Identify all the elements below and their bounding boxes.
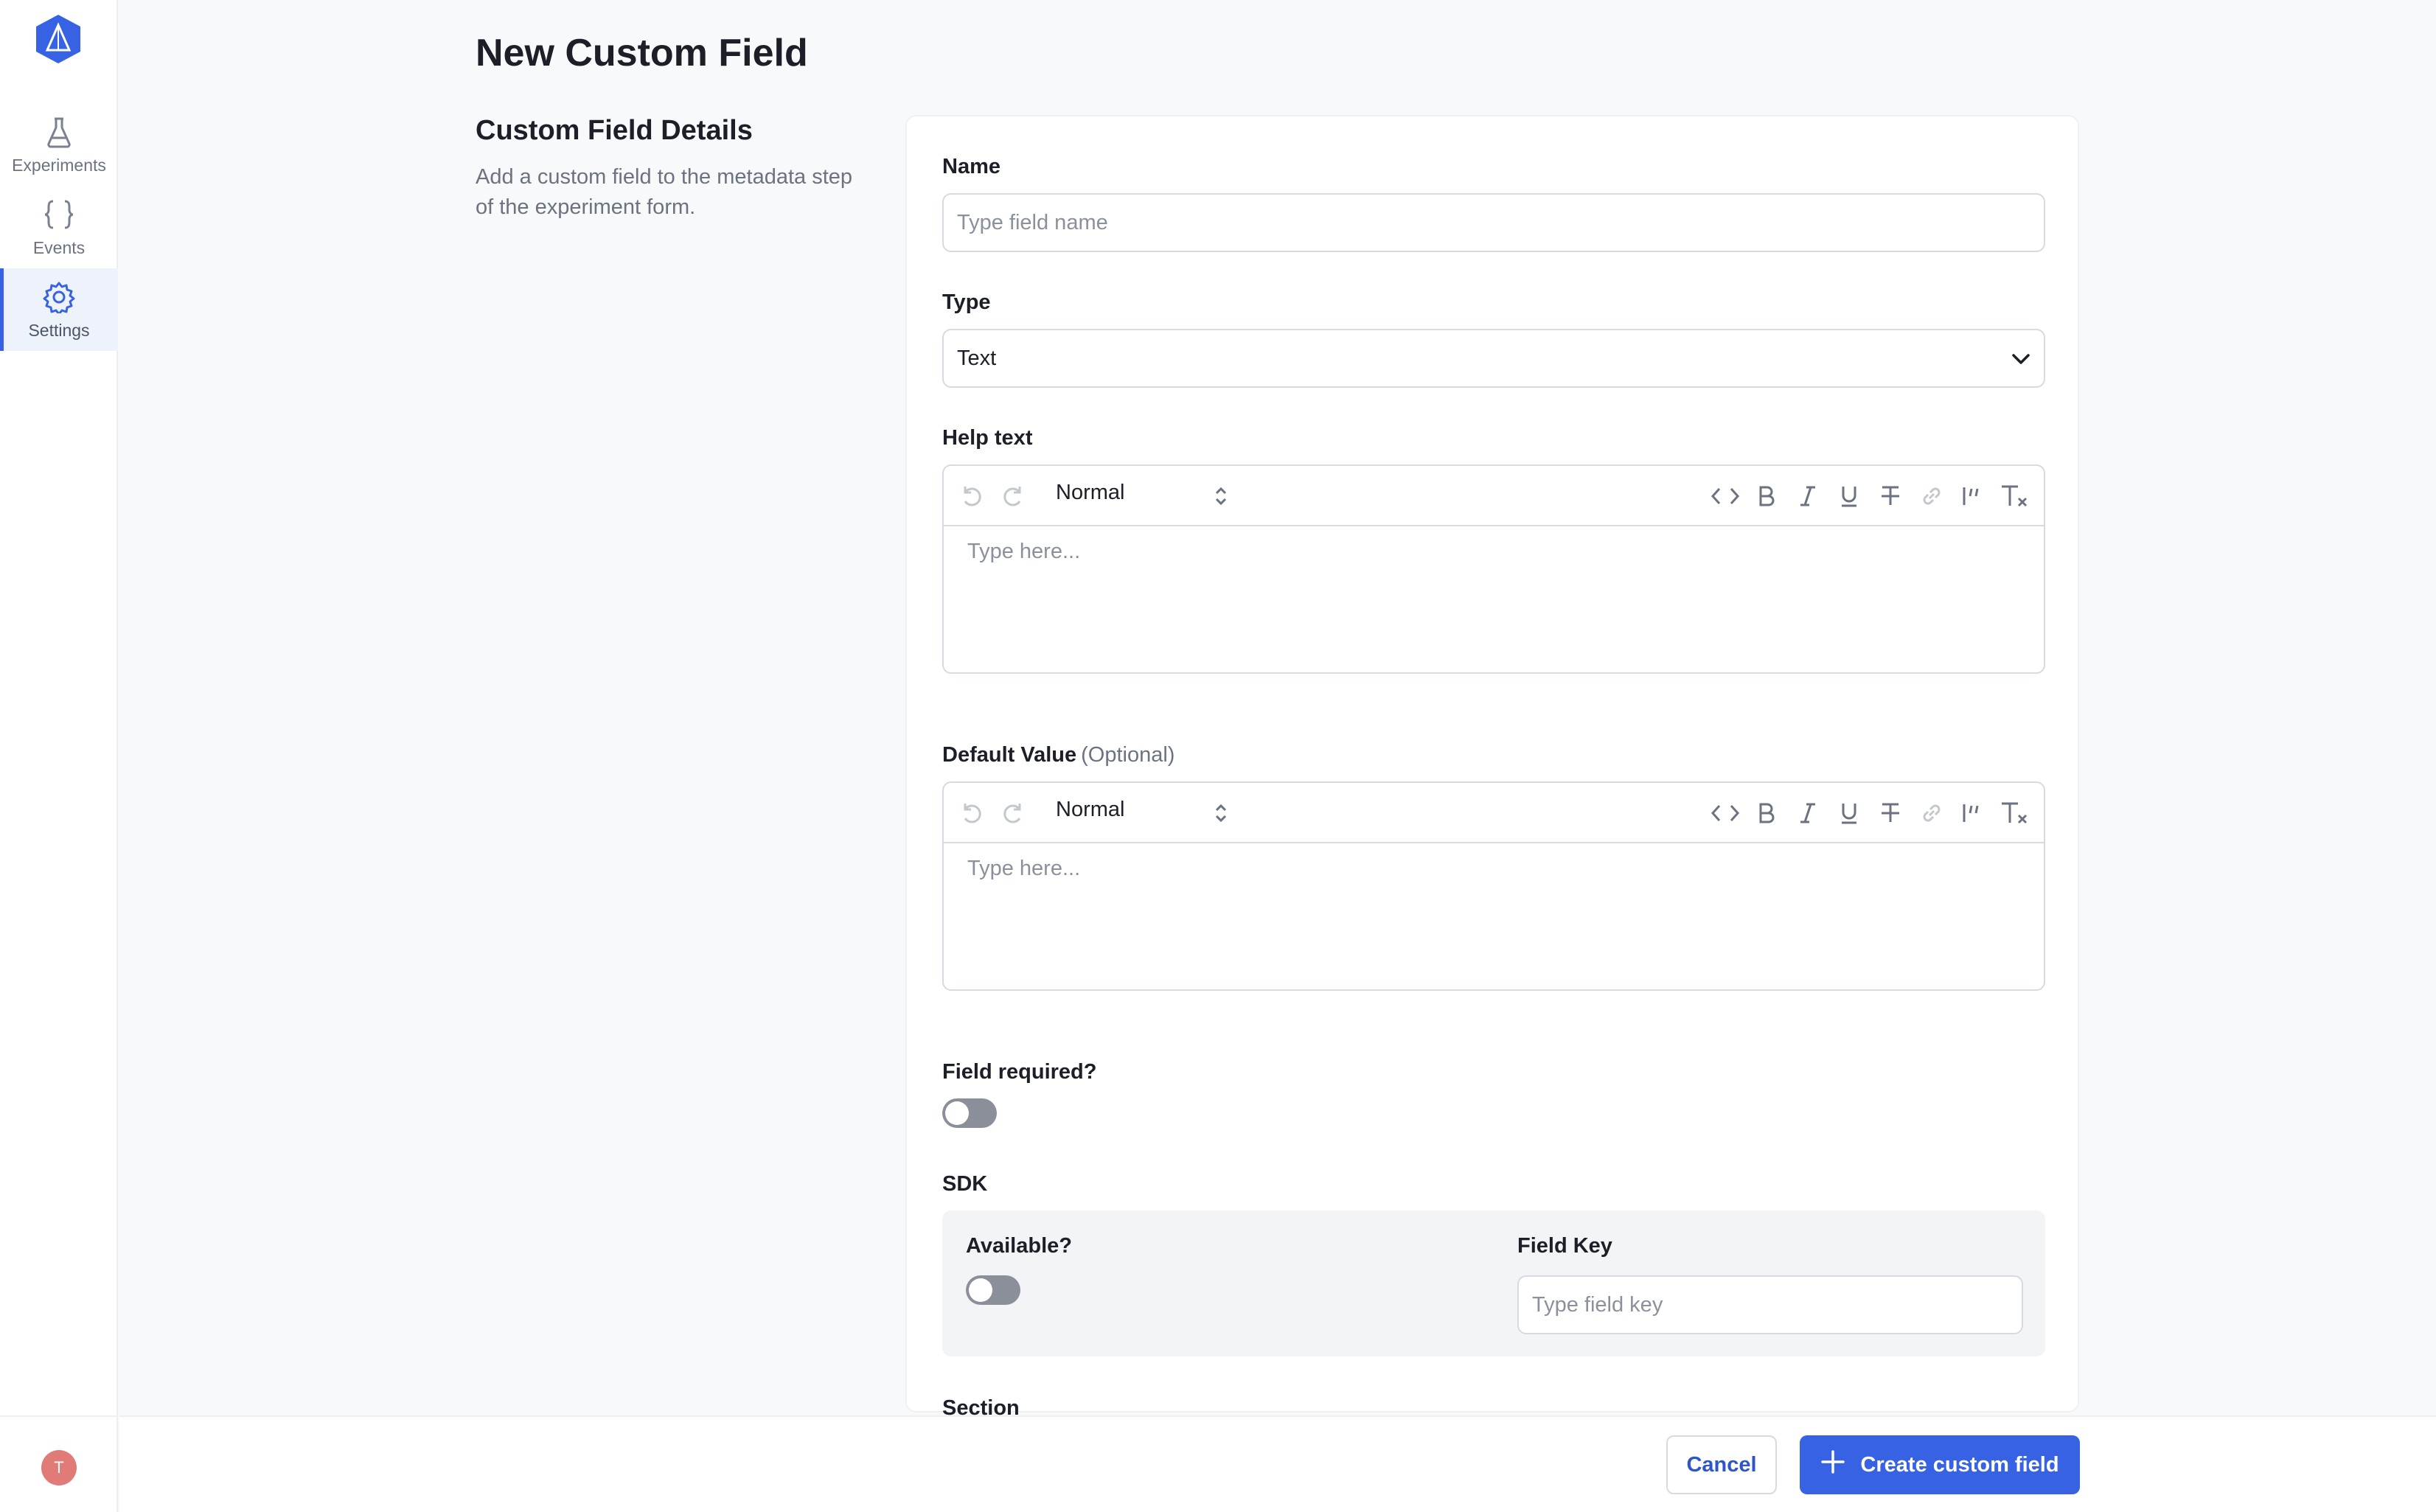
field-key-input[interactable] — [1532, 1292, 2008, 1317]
field-required-label: Field required? — [942, 1060, 1097, 1084]
redo-icon[interactable] — [998, 798, 1028, 828]
editor-toolbar: Normal — [944, 783, 2044, 843]
plus-icon — [1820, 1449, 1845, 1480]
bold-icon[interactable] — [1752, 798, 1781, 828]
default-value-editor: Normal Type here... — [942, 781, 2045, 991]
strikethrough-icon[interactable] — [1876, 481, 1905, 511]
sort-arrows-icon[interactable] — [1206, 481, 1236, 511]
available-label: Available? — [966, 1234, 1072, 1258]
default-value-label-text: Default Value — [942, 743, 1077, 767]
flask-icon — [41, 114, 77, 150]
chevron-down-icon — [2011, 346, 2030, 371]
field-required-toggle[interactable] — [942, 1098, 997, 1128]
custom-field-form-card: Name Type Text Help text Normal Type her… — [905, 115, 2079, 1420]
form-footer — [119, 1415, 2436, 1512]
redo-icon[interactable] — [998, 481, 1028, 511]
name-field-wrapper — [942, 193, 2045, 252]
format-select-value[interactable]: Normal — [1056, 798, 1124, 822]
field-key-label: Field Key — [1517, 1234, 1612, 1258]
sidebar-item-label: Settings — [28, 320, 90, 340]
sort-arrows-icon[interactable] — [1206, 798, 1236, 828]
italic-icon[interactable] — [1793, 481, 1823, 511]
bold-icon[interactable] — [1752, 481, 1781, 511]
create-button-label: Create custom field — [1860, 1452, 2059, 1477]
underline-icon[interactable] — [1834, 798, 1864, 828]
sidebar-item-label: Events — [32, 237, 86, 257]
avatar[interactable]: T — [41, 1450, 77, 1485]
sidebar-item-experiments[interactable]: Experiments — [0, 103, 118, 186]
type-label: Type — [942, 290, 991, 314]
clear-format-icon[interactable] — [2000, 798, 2029, 828]
section-title: Custom Field Details — [476, 115, 753, 146]
help-text-content[interactable]: Type here... — [944, 526, 2044, 577]
sdk-panel: Available? Field Key — [942, 1210, 2045, 1356]
hexagon-flask-logo-icon[interactable] — [34, 13, 83, 65]
italic-icon[interactable] — [1793, 798, 1823, 828]
sidebar: Experiments Events Settings T — [0, 0, 118, 1512]
name-label: Name — [942, 155, 1000, 178]
help-text-editor: Normal Type here... — [942, 464, 2045, 674]
underline-icon[interactable] — [1834, 481, 1864, 511]
undo-icon[interactable] — [957, 798, 986, 828]
name-input[interactable] — [957, 210, 2030, 235]
undo-icon[interactable] — [957, 481, 986, 511]
quote-icon[interactable] — [1958, 481, 1988, 511]
page-title: New Custom Field — [476, 32, 808, 74]
code-icon[interactable] — [1711, 481, 1740, 511]
optional-text: (Optional) — [1081, 743, 1175, 767]
clear-format-icon[interactable] — [2000, 481, 2029, 511]
link-icon[interactable] — [1917, 481, 1946, 511]
braces-icon — [41, 197, 77, 232]
cancel-button[interactable]: Cancel — [1666, 1435, 1777, 1494]
section-description: Add a custom field to the metadata step … — [476, 165, 853, 219]
editor-toolbar: Normal — [944, 466, 2044, 526]
type-select[interactable]: Text — [942, 329, 2045, 388]
default-value-content[interactable]: Type here... — [944, 843, 2044, 894]
type-select-value: Text — [957, 346, 997, 370]
help-text-label: Help text — [942, 426, 1033, 450]
gear-icon — [41, 279, 77, 315]
format-select-value[interactable]: Normal — [1056, 481, 1124, 505]
default-value-label: Default Value (Optional) — [942, 743, 1174, 767]
sdk-label: SDK — [942, 1172, 988, 1196]
sidebar-item-label: Experiments — [12, 155, 106, 175]
quote-icon[interactable] — [1958, 798, 1988, 828]
sidebar-item-events[interactable]: Events — [0, 186, 118, 268]
create-custom-field-button[interactable]: Create custom field — [1800, 1435, 2080, 1494]
code-icon[interactable] — [1711, 798, 1740, 828]
field-key-wrapper — [1517, 1275, 2023, 1334]
sidebar-bottom: T — [0, 1415, 118, 1512]
sdk-available-toggle[interactable] — [966, 1275, 1020, 1305]
strikethrough-icon[interactable] — [1876, 798, 1905, 828]
sidebar-item-settings[interactable]: Settings — [0, 268, 118, 351]
link-icon[interactable] — [1917, 798, 1946, 828]
